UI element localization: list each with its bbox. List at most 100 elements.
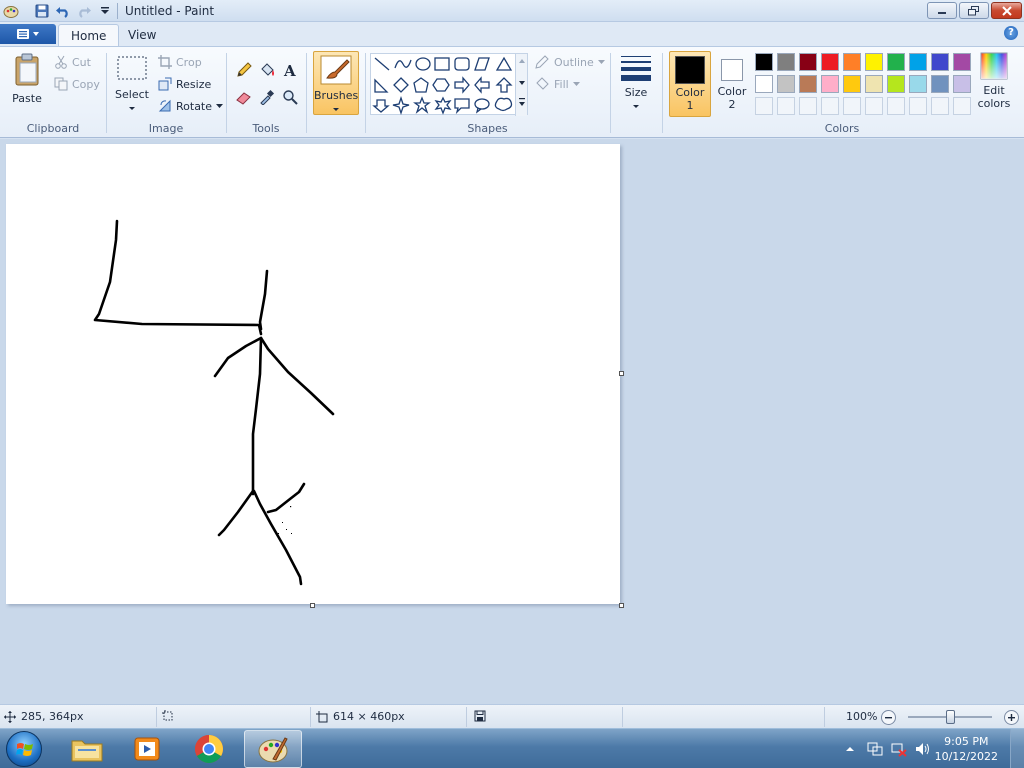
resize-handle-bottom[interactable] (310, 603, 315, 608)
palette-color-swatch[interactable] (821, 53, 839, 71)
taskbar-media-player[interactable] (118, 730, 176, 768)
resize-handle-corner[interactable] (619, 603, 624, 608)
palette-custom-slot[interactable] (777, 97, 795, 115)
system-tray (844, 729, 932, 768)
palette-color-swatch[interactable] (843, 53, 861, 71)
cut-button[interactable]: Cut (54, 55, 91, 69)
palette-custom-slot[interactable] (931, 97, 949, 115)
crop-icon (158, 55, 172, 69)
action-center-icon[interactable] (866, 741, 884, 757)
taskbar-clock[interactable]: 9:05 PM 10/12/2022 (935, 734, 998, 764)
palette-color-swatch[interactable] (755, 75, 773, 93)
taskbar: 9:05 PM 10/12/2022 (0, 728, 1024, 768)
palette-custom-slot[interactable] (843, 97, 861, 115)
palette-custom-slot[interactable] (953, 97, 971, 115)
color2-swatch (721, 59, 743, 81)
scissors-icon (55, 55, 67, 69)
resize-button[interactable]: Resize (158, 77, 211, 91)
fill-tool[interactable] (257, 60, 277, 80)
resize-icon (158, 77, 172, 91)
palette-color-swatch[interactable] (931, 75, 949, 93)
rotate-label: Rotate (176, 99, 213, 113)
select-dropdown-icon (129, 107, 135, 110)
brushes-button[interactable]: Brushes (313, 51, 359, 115)
palette-custom-slot[interactable] (887, 97, 905, 115)
paste-button[interactable]: Paste (8, 53, 46, 105)
show-desktop-button[interactable] (1010, 729, 1024, 768)
paint-bucket-icon (261, 63, 274, 76)
palette-color-swatch[interactable] (777, 53, 795, 71)
tools-group-label: Tools (252, 122, 280, 135)
palette-color-swatch[interactable] (953, 53, 971, 71)
taskbar-paint[interactable] (244, 730, 302, 768)
palette-color-swatch[interactable] (865, 53, 883, 71)
palette-color-swatch[interactable] (799, 75, 817, 93)
color-picker-tool[interactable] (257, 87, 277, 107)
palette-color-swatch[interactable] (887, 53, 905, 71)
palette-color-swatch[interactable] (821, 75, 839, 93)
save-icon[interactable] (33, 2, 51, 20)
tab-view[interactable]: View (116, 24, 168, 46)
status-bar: 285, 364px 614 × 460px 100% (0, 704, 1024, 728)
select-button[interactable]: Select (114, 55, 150, 114)
selection-size-icon (162, 710, 173, 721)
windows-logo-icon (16, 743, 33, 756)
palette-custom-slot[interactable] (909, 97, 927, 115)
shapes-gallery[interactable] (370, 53, 528, 116)
customize-toolbar-icon[interactable] (96, 2, 114, 20)
pencil-tool[interactable] (234, 60, 254, 80)
zoom-in-button[interactable] (1004, 710, 1019, 725)
file-menu-button[interactable] (0, 24, 56, 44)
clipboard-group-label: Clipboard (26, 122, 80, 135)
palette-custom-slot[interactable] (799, 97, 817, 115)
show-hidden-icons-icon[interactable] (844, 743, 856, 755)
palette-color-swatch[interactable] (755, 53, 773, 71)
palette-custom-slot[interactable] (865, 97, 883, 115)
palette-color-swatch[interactable] (887, 75, 905, 93)
taskbar-explorer[interactable] (58, 730, 116, 768)
text-tool[interactable]: A (280, 60, 300, 80)
edit-colors-button[interactable]: Edit colors (976, 51, 1012, 110)
copy-button[interactable]: Copy (54, 77, 100, 91)
volume-icon[interactable] (914, 741, 932, 757)
minimize-button[interactable] (927, 2, 957, 19)
tab-home[interactable]: Home (58, 24, 120, 46)
paint-app-icon[interactable] (2, 2, 20, 20)
redo-icon[interactable] (75, 2, 93, 20)
eraser-tool[interactable] (234, 87, 254, 107)
window-title: Untitled - Paint (125, 4, 215, 18)
help-icon[interactable]: ? (1004, 26, 1018, 40)
crop-button[interactable]: Crop (158, 55, 202, 69)
palette-color-swatch[interactable] (865, 75, 883, 93)
rotate-button[interactable]: Rotate (158, 99, 224, 113)
undo-icon[interactable] (54, 2, 72, 20)
shapes-scrollbar[interactable] (515, 54, 527, 116)
restore-button[interactable] (959, 2, 989, 19)
palette-color-swatch[interactable] (931, 53, 949, 71)
taskbar-chrome[interactable] (180, 730, 238, 768)
close-button[interactable] (991, 2, 1022, 19)
palette-color-swatch[interactable] (843, 75, 861, 93)
color1-button[interactable]: Color 1 (669, 51, 711, 117)
network-icon[interactable] (890, 741, 908, 757)
palette-custom-slot[interactable] (821, 97, 839, 115)
plus-icon (1008, 714, 1015, 721)
zoom-out-button[interactable] (881, 710, 896, 725)
magnifier-tool[interactable] (280, 87, 300, 107)
palette-color-swatch[interactable] (909, 75, 927, 93)
fill-button[interactable]: Fill (534, 77, 580, 91)
color2-button[interactable]: Color 2 (713, 51, 751, 117)
palette-color-swatch[interactable] (909, 53, 927, 71)
palette-color-swatch[interactable] (953, 75, 971, 93)
quick-access-toolbar (2, 2, 117, 20)
outline-button[interactable]: Outline (534, 55, 605, 69)
resize-handle-right[interactable] (619, 371, 624, 376)
start-button[interactable] (6, 731, 42, 767)
palette-custom-slot[interactable] (755, 97, 773, 115)
zoom-slider-thumb[interactable] (946, 710, 955, 724)
palette-color-swatch[interactable] (799, 53, 817, 71)
color1-number: 1 (686, 99, 694, 112)
palette-color-swatch[interactable] (777, 75, 795, 93)
size-button[interactable]: Size (617, 53, 655, 112)
drawing-canvas[interactable] (6, 144, 620, 604)
